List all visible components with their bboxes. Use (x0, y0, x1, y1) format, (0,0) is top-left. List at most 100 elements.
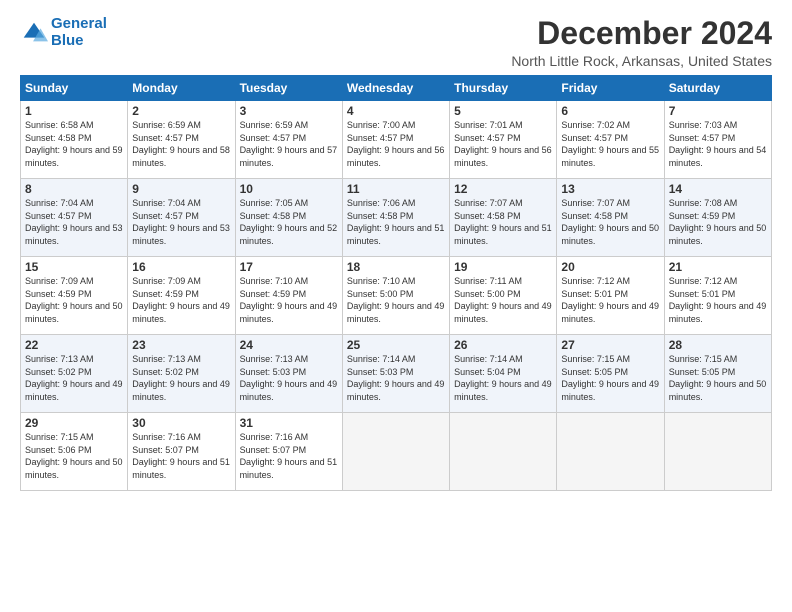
day-info: Sunrise: 7:08 AMSunset: 4:59 PMDaylight:… (669, 198, 767, 246)
day-number: 19 (454, 260, 552, 274)
day-info: Sunrise: 7:00 AMSunset: 4:57 PMDaylight:… (347, 120, 445, 168)
calendar-page: General Blue December 2024 North Little … (0, 0, 792, 612)
day-number: 12 (454, 182, 552, 196)
day-number: 6 (561, 104, 659, 118)
calendar-cell (557, 413, 664, 491)
location: North Little Rock, Arkansas, United Stat… (511, 53, 772, 69)
day-info: Sunrise: 7:14 AMSunset: 5:04 PMDaylight:… (454, 354, 552, 402)
logo-text: General Blue (51, 16, 107, 49)
day-info: Sunrise: 6:59 AMSunset: 4:57 PMDaylight:… (132, 120, 230, 168)
day-info: Sunrise: 7:10 AMSunset: 5:00 PMDaylight:… (347, 276, 445, 324)
day-info: Sunrise: 6:59 AMSunset: 4:57 PMDaylight:… (240, 120, 338, 168)
day-info: Sunrise: 7:03 AMSunset: 4:57 PMDaylight:… (669, 120, 767, 168)
day-info: Sunrise: 7:14 AMSunset: 5:03 PMDaylight:… (347, 354, 445, 402)
title-section: December 2024 North Little Rock, Arkansa… (511, 16, 772, 69)
day-number: 8 (25, 182, 123, 196)
day-number: 20 (561, 260, 659, 274)
calendar-cell: 30 Sunrise: 7:16 AMSunset: 5:07 PMDaylig… (128, 413, 235, 491)
day-number: 23 (132, 338, 230, 352)
calendar-cell: 25 Sunrise: 7:14 AMSunset: 5:03 PMDaylig… (342, 335, 449, 413)
day-number: 21 (669, 260, 767, 274)
day-info: Sunrise: 7:16 AMSunset: 5:07 PMDaylight:… (240, 432, 338, 480)
day-info: Sunrise: 7:04 AMSunset: 4:57 PMDaylight:… (132, 198, 230, 246)
calendar-cell: 27 Sunrise: 7:15 AMSunset: 5:05 PMDaylig… (557, 335, 664, 413)
day-number: 30 (132, 416, 230, 430)
calendar-cell: 11 Sunrise: 7:06 AMSunset: 4:58 PMDaylig… (342, 179, 449, 257)
day-info: Sunrise: 7:16 AMSunset: 5:07 PMDaylight:… (132, 432, 230, 480)
calendar-cell: 6 Sunrise: 7:02 AMSunset: 4:57 PMDayligh… (557, 101, 664, 179)
calendar-cell: 16 Sunrise: 7:09 AMSunset: 4:59 PMDaylig… (128, 257, 235, 335)
day-number: 29 (25, 416, 123, 430)
calendar-cell: 10 Sunrise: 7:05 AMSunset: 4:58 PMDaylig… (235, 179, 342, 257)
day-number: 15 (25, 260, 123, 274)
day-number: 24 (240, 338, 338, 352)
col-tuesday: Tuesday (235, 76, 342, 101)
calendar-cell: 21 Sunrise: 7:12 AMSunset: 5:01 PMDaylig… (664, 257, 771, 335)
logo-line1: General (51, 15, 107, 32)
logo: General Blue (20, 16, 107, 49)
day-number: 2 (132, 104, 230, 118)
col-saturday: Saturday (664, 76, 771, 101)
day-info: Sunrise: 7:01 AMSunset: 4:57 PMDaylight:… (454, 120, 552, 168)
col-monday: Monday (128, 76, 235, 101)
day-info: Sunrise: 7:02 AMSunset: 4:57 PMDaylight:… (561, 120, 659, 168)
col-friday: Friday (557, 76, 664, 101)
calendar-cell: 13 Sunrise: 7:07 AMSunset: 4:58 PMDaylig… (557, 179, 664, 257)
calendar-cell (342, 413, 449, 491)
day-info: Sunrise: 7:13 AMSunset: 5:03 PMDaylight:… (240, 354, 338, 402)
day-info: Sunrise: 7:15 AMSunset: 5:05 PMDaylight:… (561, 354, 659, 402)
day-number: 26 (454, 338, 552, 352)
calendar-cell: 5 Sunrise: 7:01 AMSunset: 4:57 PMDayligh… (450, 101, 557, 179)
calendar-cell: 18 Sunrise: 7:10 AMSunset: 5:00 PMDaylig… (342, 257, 449, 335)
col-wednesday: Wednesday (342, 76, 449, 101)
day-number: 25 (347, 338, 445, 352)
day-info: Sunrise: 7:11 AMSunset: 5:00 PMDaylight:… (454, 276, 552, 324)
day-info: Sunrise: 7:12 AMSunset: 5:01 PMDaylight:… (561, 276, 659, 324)
day-info: Sunrise: 6:58 AMSunset: 4:58 PMDaylight:… (25, 120, 123, 168)
day-number: 28 (669, 338, 767, 352)
calendar-cell: 9 Sunrise: 7:04 AMSunset: 4:57 PMDayligh… (128, 179, 235, 257)
header-row: Sunday Monday Tuesday Wednesday Thursday… (21, 76, 772, 101)
logo-line2: Blue (51, 32, 84, 49)
calendar-cell: 15 Sunrise: 7:09 AMSunset: 4:59 PMDaylig… (21, 257, 128, 335)
col-thursday: Thursday (450, 76, 557, 101)
day-number: 14 (669, 182, 767, 196)
calendar-cell: 2 Sunrise: 6:59 AMSunset: 4:57 PMDayligh… (128, 101, 235, 179)
calendar-week-2: 8 Sunrise: 7:04 AMSunset: 4:57 PMDayligh… (21, 179, 772, 257)
day-number: 16 (132, 260, 230, 274)
calendar-week-4: 22 Sunrise: 7:13 AMSunset: 5:02 PMDaylig… (21, 335, 772, 413)
day-number: 11 (347, 182, 445, 196)
day-number: 22 (25, 338, 123, 352)
calendar-cell: 26 Sunrise: 7:14 AMSunset: 5:04 PMDaylig… (450, 335, 557, 413)
calendar-cell: 28 Sunrise: 7:15 AMSunset: 5:05 PMDaylig… (664, 335, 771, 413)
day-info: Sunrise: 7:09 AMSunset: 4:59 PMDaylight:… (132, 276, 230, 324)
calendar-cell: 31 Sunrise: 7:16 AMSunset: 5:07 PMDaylig… (235, 413, 342, 491)
calendar-cell: 20 Sunrise: 7:12 AMSunset: 5:01 PMDaylig… (557, 257, 664, 335)
header: General Blue December 2024 North Little … (20, 16, 772, 69)
calendar-cell: 12 Sunrise: 7:07 AMSunset: 4:58 PMDaylig… (450, 179, 557, 257)
day-number: 7 (669, 104, 767, 118)
calendar-cell: 1 Sunrise: 6:58 AMSunset: 4:58 PMDayligh… (21, 101, 128, 179)
calendar-cell: 4 Sunrise: 7:00 AMSunset: 4:57 PMDayligh… (342, 101, 449, 179)
day-info: Sunrise: 7:07 AMSunset: 4:58 PMDaylight:… (561, 198, 659, 246)
day-info: Sunrise: 7:13 AMSunset: 5:02 PMDaylight:… (132, 354, 230, 402)
calendar-cell (664, 413, 771, 491)
calendar-week-5: 29 Sunrise: 7:15 AMSunset: 5:06 PMDaylig… (21, 413, 772, 491)
day-info: Sunrise: 7:10 AMSunset: 4:59 PMDaylight:… (240, 276, 338, 324)
calendar-table: Sunday Monday Tuesday Wednesday Thursday… (20, 75, 772, 491)
month-title: December 2024 (511, 16, 772, 51)
day-number: 31 (240, 416, 338, 430)
day-number: 3 (240, 104, 338, 118)
day-number: 27 (561, 338, 659, 352)
calendar-cell: 7 Sunrise: 7:03 AMSunset: 4:57 PMDayligh… (664, 101, 771, 179)
day-number: 13 (561, 182, 659, 196)
calendar-cell: 3 Sunrise: 6:59 AMSunset: 4:57 PMDayligh… (235, 101, 342, 179)
calendar-cell: 22 Sunrise: 7:13 AMSunset: 5:02 PMDaylig… (21, 335, 128, 413)
day-number: 5 (454, 104, 552, 118)
calendar-week-3: 15 Sunrise: 7:09 AMSunset: 4:59 PMDaylig… (21, 257, 772, 335)
day-info: Sunrise: 7:15 AMSunset: 5:05 PMDaylight:… (669, 354, 767, 402)
day-number: 9 (132, 182, 230, 196)
day-info: Sunrise: 7:15 AMSunset: 5:06 PMDaylight:… (25, 432, 123, 480)
calendar-body: 1 Sunrise: 6:58 AMSunset: 4:58 PMDayligh… (21, 101, 772, 491)
day-info: Sunrise: 7:12 AMSunset: 5:01 PMDaylight:… (669, 276, 767, 324)
